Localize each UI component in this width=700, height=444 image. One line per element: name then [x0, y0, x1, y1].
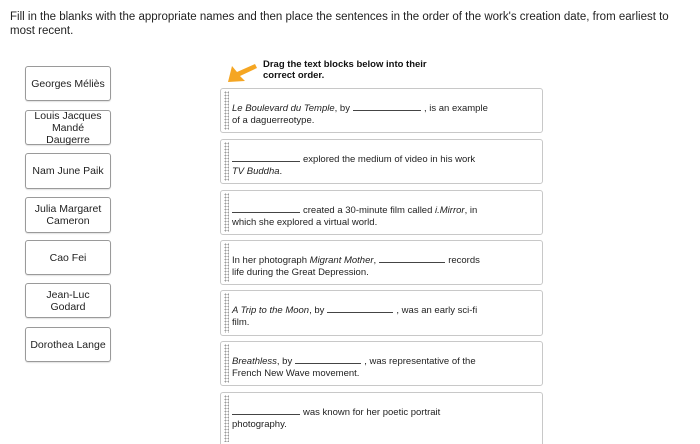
answer-blank[interactable]	[327, 303, 394, 313]
answer-blank[interactable]	[232, 152, 300, 162]
sentence-text: TV Buddha	[232, 166, 280, 177]
sentence-block-7[interactable]: was known for her poetic portrait photog…	[220, 392, 543, 444]
sentence-text: , is an example	[423, 103, 488, 114]
sentence-text: , was representative of the	[364, 356, 476, 367]
sentence-text: Migrant Mother	[309, 255, 374, 266]
answer-blank[interactable]	[352, 101, 421, 111]
sentence-block-4[interactable]: In her photograph Migrant Mother, record…	[220, 240, 543, 285]
drag-handle-icon[interactable]	[224, 243, 229, 282]
drag-handle-icon[interactable]	[224, 193, 229, 232]
arrow-icon	[228, 64, 257, 82]
sentence-text: , by	[309, 305, 325, 316]
answer-blank[interactable]	[295, 354, 362, 364]
sentence-text: life during the Great Depression.	[232, 267, 369, 278]
sentence-text: In her photograph	[232, 255, 308, 266]
drag-hint-text: Drag the text blocks below into their co…	[263, 59, 427, 81]
sentence-text: A Trip to the Moon	[232, 305, 310, 316]
sentence-block-5[interactable]: A Trip to the Moon , by , was an early s…	[220, 290, 543, 336]
sentence-text: created a 30-minute film called	[303, 205, 433, 216]
answer-blank[interactable]	[232, 405, 300, 415]
name-card-julia-margaret-cameron[interactable]: Julia Margaret Cameron	[25, 197, 111, 233]
drag-handle-icon[interactable]	[224, 293, 229, 333]
sentence-text: , in	[464, 205, 478, 216]
sentence-text: , was an early sci-fi	[396, 305, 478, 316]
sentence-text: was known for her poetic portrait	[303, 407, 441, 418]
drag-handle-icon[interactable]	[224, 142, 229, 181]
name-card-nam-june-paik[interactable]: Nam June Paik	[25, 153, 111, 189]
sentence-text: which she explored a virtual world.	[232, 217, 378, 228]
name-card-georges-melies[interactable]: Georges Méliès	[25, 66, 111, 101]
sentence-block-2[interactable]: explored the medium of video in his work…	[220, 139, 543, 184]
sentence-text: ,	[373, 255, 377, 266]
name-card-jean-luc-godard[interactable]: Jean-Luc Godard	[25, 283, 111, 318]
sentence-text: Breathless	[232, 356, 277, 367]
name-card-dorothea-lange[interactable]: Dorothea Lange	[25, 327, 111, 362]
drag-handle-icon[interactable]	[224, 91, 229, 130]
name-card-cao-fei[interactable]: Cao Fei	[25, 240, 111, 275]
answer-blank[interactable]	[232, 203, 300, 213]
sentence-text: French New Wave movement.	[232, 368, 360, 379]
sentence-block-1[interactable]: Le Boulevard du Temple , by , is an exam…	[220, 88, 543, 133]
sentence-text: .	[279, 166, 283, 177]
sentence-text: , by	[276, 356, 293, 367]
sentence-text: explored the medium of video in his work	[303, 154, 476, 165]
drag-handle-icon[interactable]	[224, 395, 229, 442]
drag-handle-icon[interactable]	[224, 344, 229, 383]
sentence-block-3[interactable]: created a 30-minute film called i.Mirror…	[220, 190, 543, 235]
sentence-text: i.Mirror	[435, 205, 465, 216]
sentence-text: records	[448, 255, 480, 266]
sentence-block-6[interactable]: Breathless , by , was representative of …	[220, 341, 543, 386]
name-card-louis-daugerre[interactable]: Louis Jacques Mandé Daugerre	[25, 110, 111, 146]
sentence-text: of a daguerreotype.	[232, 115, 315, 126]
sentence-text: Le Boulevard du Temple	[232, 103, 335, 114]
sentence-text: photography.	[232, 419, 287, 430]
answer-blank[interactable]	[379, 253, 446, 263]
sentence-text: , by	[334, 103, 350, 114]
instruction-text: Fill in the blanks with the appropriate …	[10, 11, 669, 37]
sentence-text: film.	[232, 317, 250, 328]
